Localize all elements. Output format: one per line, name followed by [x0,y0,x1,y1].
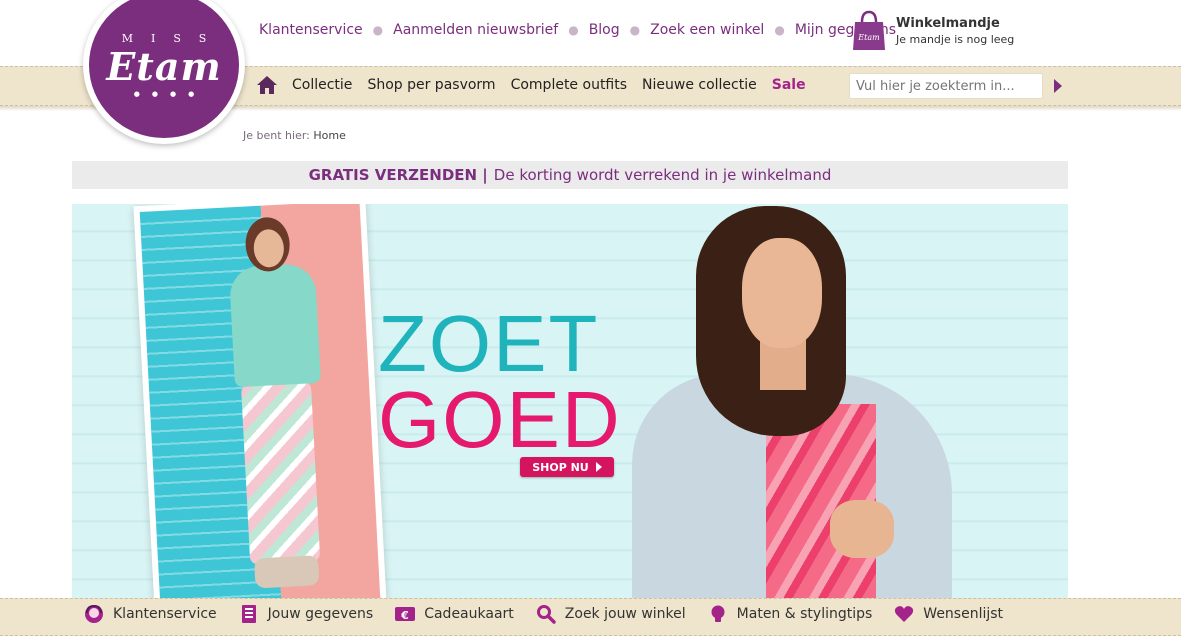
footer-label: Klantenservice [113,606,217,622]
shop-now-button[interactable]: SHOP NU [520,457,614,477]
main-nav: Collectie Shop per pasvorm Complete outf… [256,75,821,95]
model-trousers [240,381,321,565]
nav-nieuwe-collectie[interactable]: Nieuwe collectie [642,77,757,93]
logo-dots: ●●●● [133,90,207,98]
footer-label: Cadeaukaart [424,606,514,622]
footer-label: Jouw gegevens [267,606,374,622]
search-input[interactable] [849,73,1043,99]
separator-dot: ● [629,23,641,37]
utility-nav: Klantenservice ● Aanmelden nieuwsbrief ●… [259,22,896,38]
miss-etam-logo[interactable]: MISS Etam ●●●● [83,0,245,144]
util-link-klantenservice[interactable]: Klantenservice [259,22,363,38]
model-face [742,238,822,348]
footer-item-wensenlijst[interactable]: Wensenlijst [894,604,1003,624]
footer-item-jouw-gegevens[interactable]: Jouw gegevens [239,604,374,624]
shopping-cart[interactable]: Etam Winkelmandje Je mandje is nog leeg [852,10,1014,52]
hero-slogan-line1: ZOET [378,299,600,388]
hero-banner[interactable]: ZOET GOED SHOP NU [72,204,1068,600]
nav-sale[interactable]: Sale [772,77,806,93]
footer-item-cadeaukaart[interactable]: € Cadeaukaart [395,604,514,624]
search-icon [536,604,556,624]
footer-nav: Klantenservice Jouw gegevens € Cadeaukaa… [84,604,1025,624]
breadcrumb: Je bent hier: Home [243,129,346,142]
play-arrow-icon [595,462,602,472]
breadcrumb-home[interactable]: Home [313,129,345,142]
hero-slogan-line2: GOED [378,375,622,464]
nav-collectie[interactable]: Collectie [292,77,352,93]
euro-card-icon: € [395,604,416,624]
document-icon [239,604,259,624]
nav-shop-per-pasvorm[interactable]: Shop per pasvorm [367,77,495,93]
service-icon [84,604,104,624]
hero-photo-card [133,204,387,600]
footer-label: Wensenlijst [923,606,1004,622]
logo-circle: MISS Etam ●●●● [89,0,239,138]
svg-text:€: € [400,609,409,622]
search-submit-arrow-icon[interactable] [1054,79,1062,93]
promo-banner: GRATIS VERZENDEN | De korting wordt verr… [72,161,1068,189]
util-link-blog[interactable]: Blog [589,22,620,38]
footer-label: Maten & stylingtips [736,606,873,622]
model-hand [830,500,894,558]
separator-dot: ● [372,23,384,37]
hero-photo [139,204,381,600]
util-link-find-store[interactable]: Zoek een winkel [650,22,764,38]
cart-title[interactable]: Winkelmandje [896,16,1014,31]
heart-icon [894,604,914,624]
cart-status: Je mandje is nog leeg [896,33,1015,46]
cart-bag-label: Etam [857,33,880,42]
separator-dot: ● [568,23,579,37]
breadcrumb-prefix: Je bent hier: [243,129,310,142]
promo-text: De korting wordt verrekend in je winkelm… [493,166,832,184]
model-cardigan [228,262,321,388]
footer-item-zoek-winkel[interactable]: Zoek jouw winkel [536,604,686,624]
nav-complete-outfits[interactable]: Complete outfits [511,77,627,93]
logo-brand-text: Etam [106,44,222,89]
home-icon[interactable] [256,75,278,95]
model-shoes [254,555,320,589]
footer-item-klantenservice[interactable]: Klantenservice [84,604,217,624]
footer-item-stylingtips[interactable]: Maten & stylingtips [708,604,873,624]
separator-dot: ● [774,23,785,37]
promo-free-shipping: GRATIS VERZENDEN | [308,166,488,184]
shopping-bag-icon: Etam [852,10,886,52]
hero-model-image [632,204,992,600]
footer-label: Zoek jouw winkel [564,606,686,622]
util-link-newsletter[interactable]: Aanmelden nieuwsbrief [393,22,558,38]
shop-now-label: SHOP NU [532,460,589,474]
lightbulb-icon [708,604,728,624]
